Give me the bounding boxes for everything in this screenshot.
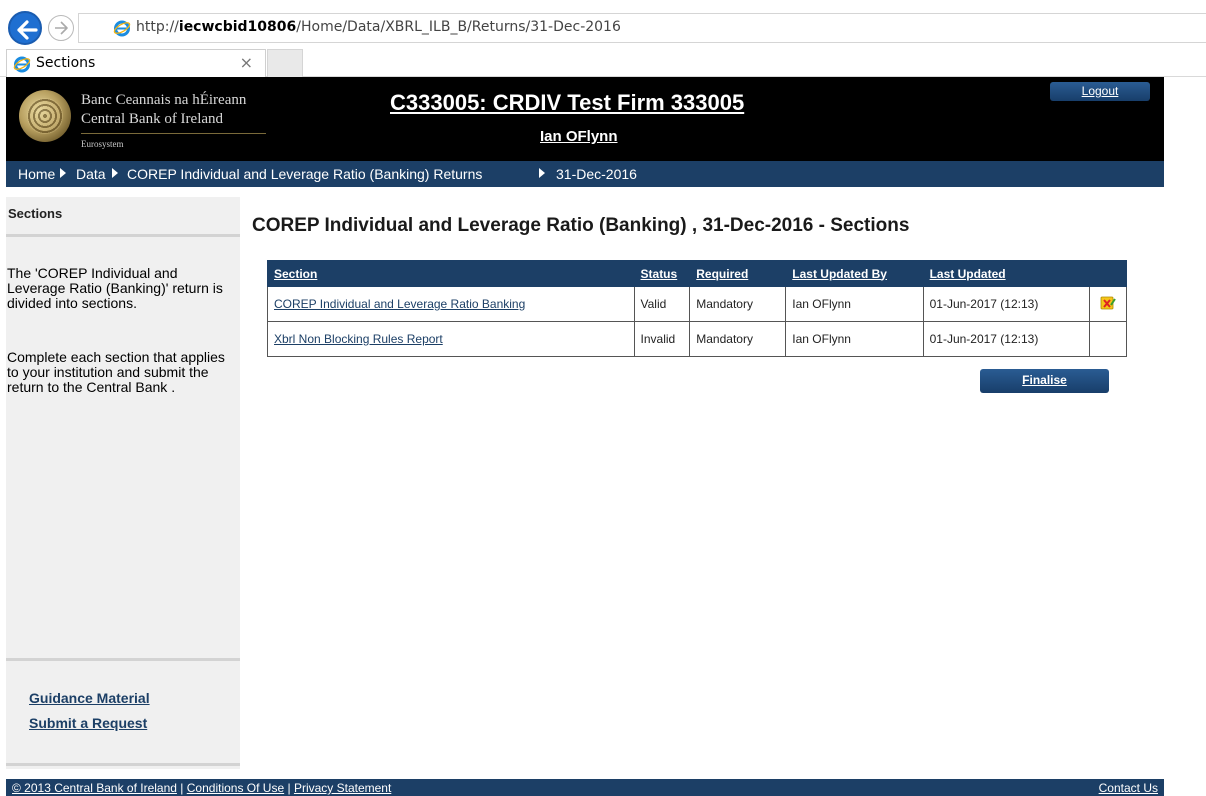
ie-logo-icon — [113, 20, 131, 37]
tab-title: Sections — [36, 55, 96, 71]
tab-sections[interactable]: Sections × — [6, 49, 266, 77]
bank-name-english: Central Bank of Ireland — [81, 111, 224, 127]
cell-section: COREP Individual and Leverage Ratio Bank… — [267, 286, 635, 322]
forward-arrow-icon — [55, 21, 68, 35]
finalise-button[interactable]: Finalise — [980, 369, 1109, 393]
close-tab-icon[interactable]: × — [240, 53, 253, 72]
footer: © 2013 Central Bank of Ireland | Conditi… — [6, 779, 1164, 796]
footer-separator: | — [284, 781, 294, 795]
copyright-link[interactable]: © 2013 Central Bank of Ireland — [12, 781, 177, 795]
site-header: Banc Ceannais na hÉireann Central Bank o… — [6, 77, 1164, 161]
conditions-of-use-link[interactable]: Conditions Of Use — [187, 781, 284, 795]
logout-button[interactable]: Logout — [1050, 82, 1150, 101]
user-name-link[interactable]: Ian OFlynn — [540, 128, 618, 145]
contact-us-link[interactable]: Contact Us — [1099, 781, 1158, 795]
submit-request-link[interactable]: Submit a Request — [29, 715, 147, 731]
privacy-statement-link[interactable]: Privacy Statement — [294, 781, 391, 795]
cell-updated: 01-Jun-2017 (12:13) — [922, 286, 1090, 322]
cell-status: Invalid — [633, 321, 691, 357]
breadcrumb-arrow-icon — [539, 168, 545, 178]
eurosystem-label: Eurosystem — [81, 139, 124, 149]
sidebar-divider — [6, 763, 240, 766]
sidebar: Sections The 'COREP Individual and Lever… — [6, 197, 240, 769]
browser-chrome: http://iecwcbid10806/Home/Data/XBRL_ILB_… — [0, 0, 1206, 77]
section-link[interactable]: COREP Individual and Leverage Ratio Bank… — [274, 297, 525, 311]
back-arrow-icon — [17, 20, 38, 40]
sidebar-divider — [6, 234, 240, 237]
column-header-required[interactable]: Required — [689, 260, 787, 287]
breadcrumb-current: 31-Dec-2016 — [556, 166, 637, 182]
bank-name-irish: Banc Ceannais na hÉireann — [81, 92, 247, 108]
forward-button[interactable] — [48, 15, 74, 41]
breadcrumb-data[interactable]: Data — [76, 166, 106, 182]
breadcrumb: Home Data COREP Individual and Leverage … — [6, 161, 1164, 187]
central-bank-seal-logo — [19, 90, 71, 142]
footer-links: © 2013 Central Bank of Ireland | Conditi… — [12, 781, 391, 795]
column-header-last-updated-by[interactable]: Last Updated By — [785, 260, 924, 287]
cell-section: Xbrl Non Blocking Rules Report — [267, 321, 635, 357]
table-row: COREP Individual and Leverage Ratio Bank… — [267, 286, 1128, 322]
cell-updated: 01-Jun-2017 (12:13) — [922, 321, 1090, 357]
url-text: http://iecwcbid10806/Home/Data/XBRL_ILB_… — [136, 19, 621, 35]
validation-warning-icon[interactable] — [1100, 295, 1116, 311]
sidebar-intro-text: The 'COREP Individual and Leverage Ratio… — [7, 265, 223, 311]
back-button[interactable] — [8, 11, 42, 45]
breadcrumb-arrow-icon — [112, 168, 118, 178]
table-header-row: Section Status Required Last Updated By … — [267, 260, 1128, 287]
page-title: COREP Individual and Leverage Ratio (Ban… — [252, 215, 910, 236]
sections-table: Section Status Required Last Updated By … — [267, 260, 1128, 357]
breadcrumb-returns[interactable]: COREP Individual and Leverage Ratio (Ban… — [127, 166, 482, 182]
footer-separator: | — [176, 781, 187, 795]
cell-status: Valid — [633, 286, 691, 322]
column-header-status[interactable]: Status — [633, 260, 691, 287]
table-row: Xbrl Non Blocking Rules Report Invalid M… — [267, 321, 1128, 357]
logo-divider — [81, 133, 266, 134]
column-header-actions — [1088, 260, 1128, 287]
firm-title-link[interactable]: C333005: CRDIV Test Firm 333005 — [390, 90, 744, 116]
cell-required: Mandatory — [689, 321, 787, 357]
column-header-section[interactable]: Section — [267, 260, 635, 287]
section-link[interactable]: Xbrl Non Blocking Rules Report — [274, 332, 443, 346]
sidebar-divider — [6, 658, 240, 661]
column-header-last-updated[interactable]: Last Updated — [922, 260, 1090, 287]
breadcrumb-home[interactable]: Home — [18, 166, 55, 182]
ie-logo-icon — [13, 56, 31, 73]
new-tab-button[interactable] — [267, 49, 303, 77]
cell-updated-by: Ian OFlynn — [785, 286, 924, 322]
guidance-material-link[interactable]: Guidance Material — [29, 690, 150, 706]
sidebar-instructions-text: Complete each section that applies to yo… — [7, 349, 225, 395]
cell-actions — [1088, 321, 1128, 357]
sidebar-title: Sections — [8, 206, 63, 221]
cell-updated-by: Ian OFlynn — [785, 321, 924, 357]
cell-actions — [1088, 286, 1128, 322]
breadcrumb-arrow-icon — [60, 168, 66, 178]
address-bar[interactable]: http://iecwcbid10806/Home/Data/XBRL_ILB_… — [78, 13, 1206, 43]
cell-required: Mandatory — [689, 286, 787, 322]
tab-strip: Sections × — [0, 49, 1206, 77]
